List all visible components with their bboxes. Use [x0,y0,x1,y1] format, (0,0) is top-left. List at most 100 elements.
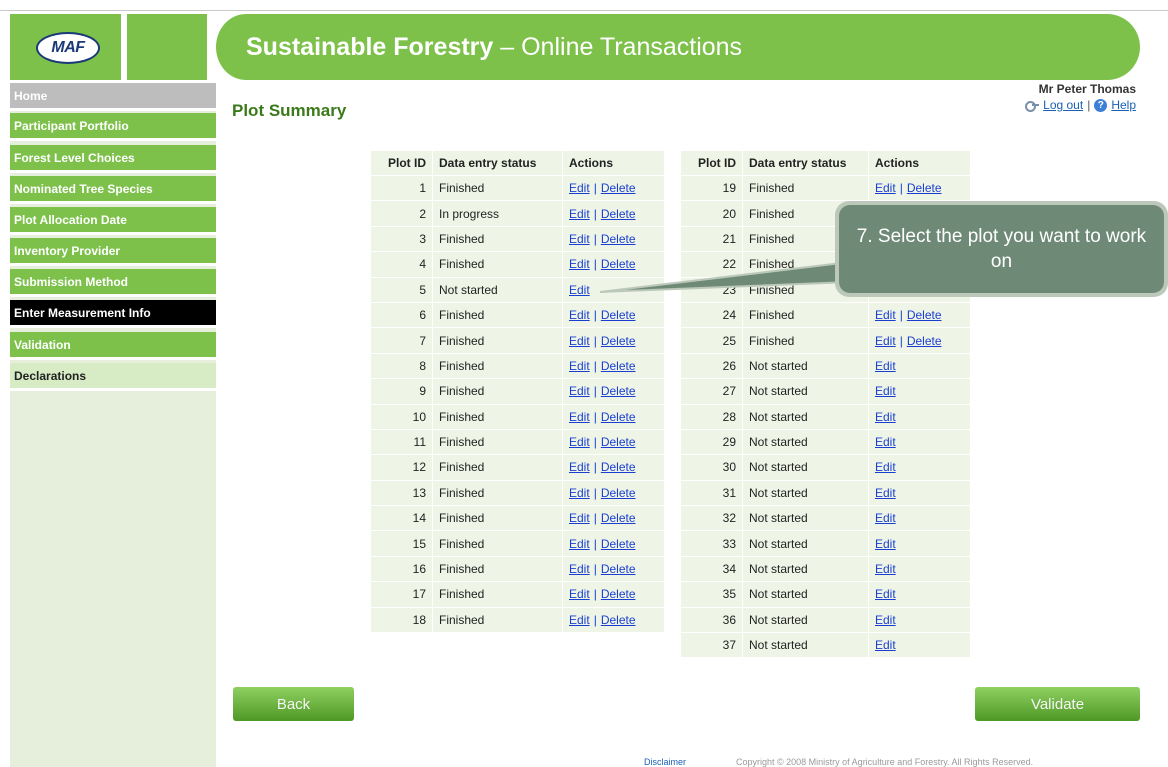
sidebar-item-inventory-provider[interactable]: Inventory Provider [10,238,216,266]
edit-link[interactable]: Edit [875,537,896,551]
delete-link[interactable]: Delete [601,359,636,373]
edit-link[interactable]: Edit [569,410,590,424]
delete-link[interactable]: Delete [601,384,636,398]
sidebar-item-participant-portfolio[interactable]: Participant Portfolio [10,113,216,141]
edit-link[interactable]: Edit [569,537,590,551]
table-row[interactable]: 18 Finished Edit | Delete [370,606,665,634]
table-row[interactable]: 6 Finished Edit | Delete [370,301,665,329]
table-row[interactable]: 10 Finished Edit | Delete [370,403,665,430]
delete-link[interactable]: Delete [601,511,636,525]
sidebar-item-nominated-tree-species[interactable]: Nominated Tree Species [10,176,216,204]
delete-link[interactable]: Delete [601,207,636,221]
sidebar-item-declarations[interactable]: Declarations [10,363,216,391]
delete-link[interactable]: Delete [601,587,636,601]
table-row[interactable]: 13 Finished Edit | Delete [370,479,665,507]
sidebar-item-enter-measurement-info[interactable]: Enter Measurement Info [10,300,216,328]
table-row[interactable]: 37 Not started Edit [680,632,971,659]
edit-link[interactable]: Edit [569,207,590,221]
table-row[interactable]: 14 Finished Edit | Delete [370,505,665,532]
disclaimer-link[interactable]: Disclaimer [644,757,686,767]
edit-link[interactable]: Edit [569,587,590,601]
edit-link[interactable]: Edit [569,283,590,297]
table-row[interactable]: 1 Finished Edit | Delete [370,174,665,202]
sidebar-item-forest-level-choices[interactable]: Forest Level Choices [10,145,216,173]
sidebar-item-plot-allocation-date[interactable]: Plot Allocation Date [10,207,216,235]
edit-link[interactable]: Edit [569,460,590,474]
table-row[interactable]: 32 Not started Edit [680,505,971,532]
edit-link[interactable]: Edit [875,181,896,195]
help-icon[interactable]: ? [1094,98,1108,112]
edit-link[interactable]: Edit [569,511,590,525]
back-button[interactable]: Back [233,687,354,721]
edit-link[interactable]: Edit [875,359,896,373]
table-row[interactable]: 29 Not started Edit [680,428,971,456]
edit-link[interactable]: Edit [875,435,896,449]
edit-link[interactable]: Edit [875,384,896,398]
table-row[interactable]: 16 Finished Edit | Delete [370,555,665,583]
table-row[interactable]: 30 Not started Edit [680,454,971,481]
delete-link[interactable]: Delete [601,410,636,424]
sidebar-item-submission-method[interactable]: Submission Method [10,269,216,297]
table-row[interactable]: 36 Not started Edit [680,606,971,634]
delete-link[interactable]: Delete [601,308,636,322]
table-row[interactable]: 19 Finished Edit | Delete [680,174,971,202]
table-row[interactable]: 3 Finished Edit | Delete [370,225,665,253]
table-row[interactable]: 34 Not started Edit [680,555,971,583]
table-row[interactable]: 2 In progress Edit | Delete [370,200,665,227]
delete-link[interactable]: Delete [601,334,636,348]
edit-link[interactable]: Edit [569,359,590,373]
table-row[interactable]: 33 Not started Edit [680,530,971,557]
delete-link[interactable]: Delete [907,308,942,322]
table-row[interactable]: 27 Not started Edit [680,378,971,405]
table-row[interactable]: 9 Finished Edit | Delete [370,378,665,405]
delete-link[interactable]: Delete [601,486,636,500]
table-row[interactable]: 31 Not started Edit [680,479,971,507]
edit-link[interactable]: Edit [875,460,896,474]
edit-link[interactable]: Edit [875,486,896,500]
table-row[interactable]: 25 Finished Edit | Delete [680,327,971,354]
delete-link[interactable]: Delete [601,257,636,271]
edit-link[interactable]: Edit [875,613,896,627]
table-row[interactable]: 24 Finished Edit | Delete [680,301,971,329]
delete-link[interactable]: Delete [907,181,942,195]
edit-link[interactable]: Edit [569,257,590,271]
edit-link[interactable]: Edit [875,587,896,601]
table-row[interactable]: 8 Finished Edit | Delete [370,352,665,380]
delete-link[interactable]: Delete [601,232,636,246]
edit-link[interactable]: Edit [875,308,896,322]
edit-link[interactable]: Edit [569,334,590,348]
table-row[interactable]: 5 Not started Edit [370,276,665,303]
sidebar-item-home[interactable]: Home [10,83,216,111]
table-row[interactable]: 28 Not started Edit [680,403,971,430]
table-row[interactable]: 7 Finished Edit | Delete [370,327,665,354]
edit-link[interactable]: Edit [569,613,590,627]
edit-link[interactable]: Edit [875,410,896,424]
edit-link[interactable]: Edit [569,232,590,246]
edit-link[interactable]: Edit [569,384,590,398]
delete-link[interactable]: Delete [601,613,636,627]
delete-link[interactable]: Delete [907,334,942,348]
logout-link[interactable]: Log out [1043,98,1083,112]
table-row[interactable]: 12 Finished Edit | Delete [370,454,665,481]
edit-link[interactable]: Edit [569,435,590,449]
table-row[interactable]: 35 Not started Edit [680,581,971,608]
sidebar-item-validation[interactable]: Validation [10,332,216,360]
delete-link[interactable]: Delete [601,435,636,449]
table-row[interactable]: 17 Finished Edit | Delete [370,581,665,608]
edit-link[interactable]: Edit [875,334,896,348]
table-row[interactable]: 4 Finished Edit | Delete [370,251,665,278]
delete-link[interactable]: Delete [601,562,636,576]
edit-link[interactable]: Edit [875,638,896,652]
edit-link[interactable]: Edit [569,562,590,576]
edit-link[interactable]: Edit [569,486,590,500]
validate-button[interactable]: Validate [975,687,1140,721]
edit-link[interactable]: Edit [875,511,896,525]
edit-link[interactable]: Edit [875,562,896,576]
table-row[interactable]: 26 Not started Edit [680,352,971,380]
edit-link[interactable]: Edit [569,308,590,322]
table-row[interactable]: 11 Finished Edit | Delete [370,428,665,456]
help-link[interactable]: Help [1111,98,1136,112]
delete-link[interactable]: Delete [601,181,636,195]
delete-link[interactable]: Delete [601,537,636,551]
table-row[interactable]: 15 Finished Edit | Delete [370,530,665,557]
